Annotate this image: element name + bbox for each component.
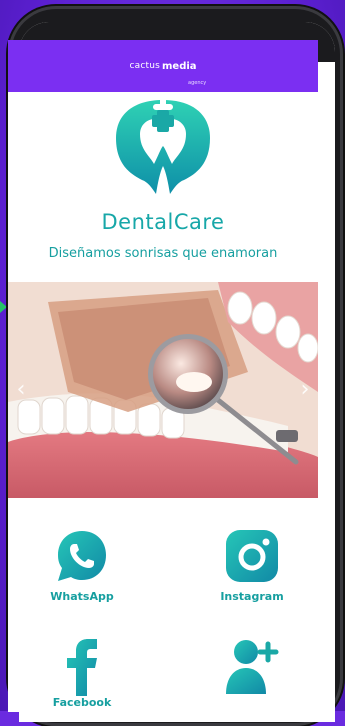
add-contact-link[interactable] <box>202 638 302 700</box>
whatsapp-link[interactable]: WhatsApp <box>32 528 132 603</box>
tooth-logo-icon <box>116 97 210 194</box>
dental-photo <box>8 282 318 498</box>
instagram-link[interactable]: Instagram <box>202 528 302 603</box>
carousel-next-button[interactable]: › <box>296 378 314 402</box>
landing-content: DentalCare Diseñamos sonrisas que enamor… <box>8 92 318 712</box>
side-marker-icon <box>0 301 7 313</box>
instagram-label: Instagram <box>220 590 284 603</box>
instagram-icon <box>226 530 278 582</box>
agency-logo-sub: agency <box>188 80 207 86</box>
agency-logo-right: media <box>162 60 197 72</box>
whatsapp-label: WhatsApp <box>50 590 114 603</box>
facebook-link[interactable]: Facebook <box>32 638 132 709</box>
carousel-prev-button[interactable]: ‹ <box>12 378 30 402</box>
brand-tagline: Diseñamos sonrisas que enamoran <box>48 246 278 261</box>
agency-header: cactus media <box>8 40 318 92</box>
add-contact-icon <box>226 640 279 694</box>
brand-name: DentalCare <box>101 210 225 234</box>
agency-logo-left: cactus <box>129 61 160 71</box>
image-carousel[interactable]: ‹ › <box>8 282 318 498</box>
whatsapp-icon <box>58 531 106 581</box>
agency-logo[interactable]: cactus media <box>129 61 196 72</box>
facebook-icon <box>67 639 97 696</box>
facebook-label: Facebook <box>52 696 112 709</box>
